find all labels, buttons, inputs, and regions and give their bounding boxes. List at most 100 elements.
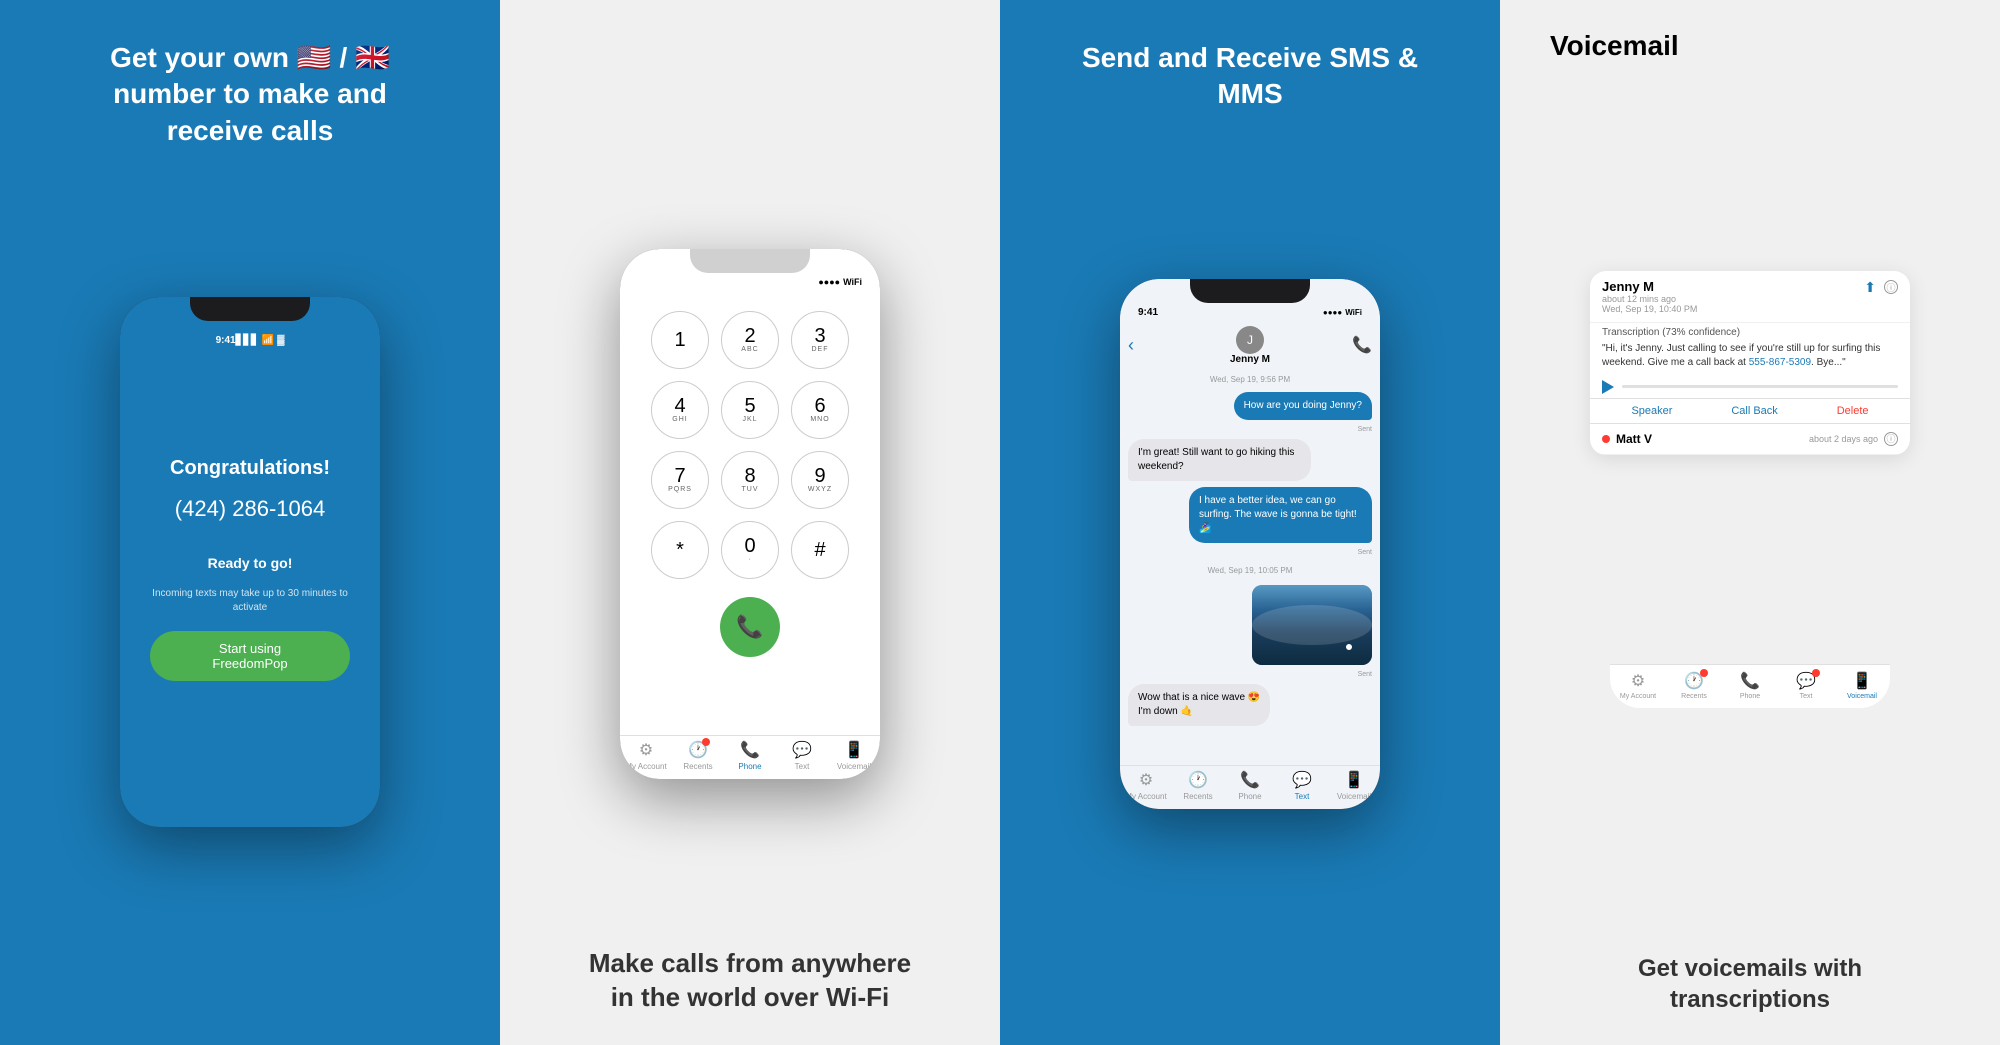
phone-2-frame: ●●●● WiFi 1 2ABC 3DEF 4GHI 5JKL 6MNO 7PQ…: [620, 249, 880, 779]
msg-1-sent: Sent: [1128, 426, 1372, 433]
tab-text-3[interactable]: 💬 Text: [1276, 770, 1328, 801]
dialer-grid: 1 2ABC 3DEF 4GHI 5JKL 6MNO 7PQRS 8TUV 9W…: [651, 311, 849, 579]
vm-time-ago: about 12 mins ago: [1602, 294, 1864, 304]
tab-recents-4-label: Recents: [1681, 693, 1707, 700]
info-icon-2[interactable]: ⓘ: [1884, 432, 1898, 446]
account-icon-4: ⚙: [1631, 671, 1645, 691]
text-icon-3: 💬: [1292, 770, 1312, 790]
msg-3-sent: Sent: [1128, 549, 1372, 556]
recents-icon-3: 🕐: [1188, 770, 1208, 790]
vm-contact-2-name: Matt V: [1616, 432, 1803, 446]
transcript-text: "Hi, it's Jenny. Just calling to see if …: [1590, 340, 1910, 376]
phone-link[interactable]: 555-867-5309: [1749, 357, 1811, 368]
panel-2-subheadline: Make calls from anywherein the world ove…: [589, 947, 911, 1015]
screen-2: 1 2ABC 3DEF 4GHI 5JKL 6MNO 7PQRS 8TUV 9W…: [620, 291, 880, 735]
vm-contact-2: Matt V about 2 days ago ⓘ: [1590, 424, 1910, 455]
msg-date-1: Wed, Sep 19, 9:56 PM: [1120, 371, 1380, 388]
phone-4-bottom: ⚙ My Account 🕐 Recents 📞 Phone 💬 Text: [1610, 664, 1890, 708]
msg-1: How are you doing Jenny?: [1234, 392, 1372, 420]
share-icon[interactable]: ⬆: [1864, 279, 1876, 296]
info-icon-1[interactable]: ⓘ: [1884, 280, 1898, 294]
dial-7[interactable]: 7PQRS: [651, 451, 709, 509]
phone-3-inner: 9:41 ●●●● WiFi ‹ J Jenny M 📞: [1120, 279, 1380, 809]
vm-contact-2-time: about 2 days ago: [1809, 434, 1878, 444]
call-icon: 📞: [736, 614, 763, 640]
phone-3-notch: [1190, 279, 1310, 303]
screen-1: 9:41 ▋▋▋ 📶 ▓ Congratulations! (424) 286-…: [120, 297, 380, 827]
phone-icon-4: 📞: [1740, 671, 1760, 691]
voicemail-icon-4: 📱: [1852, 671, 1872, 691]
start-button[interactable]: Start using FreedomPop: [150, 631, 350, 681]
phone-tab-icon: 📞: [740, 740, 760, 760]
tab-voicemail[interactable]: 📱 Voicemail: [828, 740, 880, 771]
vm-contact-1-info: Jenny M about 12 mins ago Wed, Sep 19, 1…: [1602, 279, 1864, 314]
tab-voicemail-3[interactable]: 📱 Voicemail: [1328, 770, 1380, 801]
callback-button[interactable]: Call Back: [1731, 405, 1777, 417]
play-icon[interactable]: [1602, 380, 1614, 394]
dial-0[interactable]: 0·: [721, 521, 779, 579]
dial-star[interactable]: *: [651, 521, 709, 579]
unread-dot: [1602, 435, 1610, 443]
panel-3: Send and Receive SMS & MMS 9:41 ●●●● WiF…: [1000, 0, 1500, 1045]
surfer-dot: [1346, 644, 1352, 650]
tab-account-4-label: My Account: [1620, 693, 1656, 700]
tab-voicemail-4[interactable]: 📱 Voicemail: [1834, 671, 1890, 700]
dial-2[interactable]: 2ABC: [721, 311, 779, 369]
dial-3[interactable]: 3DEF: [791, 311, 849, 369]
dial-5[interactable]: 5JKL: [721, 381, 779, 439]
dial-1[interactable]: 1: [651, 311, 709, 369]
text-icon: 💬: [792, 740, 812, 760]
back-icon[interactable]: ‹: [1128, 335, 1134, 356]
congrats-text: Congratulations!: [170, 457, 330, 480]
dial-8[interactable]: 8TUV: [721, 451, 779, 509]
call-button[interactable]: 📞: [720, 597, 780, 657]
img-sent: Sent: [1128, 671, 1372, 678]
screen-3: 9:41 ●●●● WiFi ‹ J Jenny M 📞: [1120, 279, 1380, 809]
dial-6[interactable]: 6MNO: [791, 381, 849, 439]
tab-text[interactable]: 💬 Text: [776, 740, 828, 771]
status-time-1: 9:41: [216, 335, 236, 346]
wave-image: [1252, 585, 1372, 665]
tab-text-4[interactable]: 💬 Text: [1778, 671, 1834, 700]
panel-4-subheadline: Get voicemails withtranscriptions: [1638, 953, 1862, 1015]
msg-date-2: Wed, Sep 19, 10:05 PM: [1128, 562, 1372, 579]
tab-phone[interactable]: 📞 Phone: [724, 740, 776, 771]
speaker-button[interactable]: Speaker: [1631, 405, 1672, 417]
vm-contact-1: Jenny M about 12 mins ago Wed, Sep 19, 1…: [1590, 271, 1910, 323]
tab-bar-4: ⚙ My Account 🕐 Recents 📞 Phone 💬 Text: [1610, 664, 1890, 708]
phone-1-notch: [190, 297, 310, 321]
tab-recents[interactable]: 🕐 Recents: [672, 740, 724, 771]
text-badge-4: [1812, 669, 1820, 677]
tab-my-account[interactable]: ⚙ My Account: [620, 740, 672, 771]
tab-phone-4[interactable]: 📞 Phone: [1722, 671, 1778, 700]
msg-3: I have a better idea, we can go surfing.…: [1189, 487, 1372, 543]
phone-1-inner: 9:41 ▋▋▋ 📶 ▓ Congratulations! (424) 286-…: [120, 297, 380, 827]
signal-3: ●●●●: [1323, 308, 1342, 317]
panel-3-headline: Send and Receive SMS & MMS: [1075, 40, 1425, 113]
dial-9[interactable]: 9WXYZ: [791, 451, 849, 509]
tab-recents-3[interactable]: 🕐 Recents: [1172, 770, 1224, 801]
phone-3-frame: 9:41 ●●●● WiFi ‹ J Jenny M 📞: [1120, 279, 1380, 809]
tab-bar-2: ⚙ My Account 🕐 Recents 📞 Phone 💬 T: [620, 735, 880, 779]
ready-text: Ready to go!: [208, 555, 293, 571]
vm-play-row: [1590, 376, 1910, 398]
tab-voicemail-3-label: Voicemail: [1337, 792, 1371, 801]
dial-4[interactable]: 4GHI: [651, 381, 709, 439]
panel-1: Get your own 🇺🇸 / 🇬🇧 number to make and …: [0, 0, 500, 1045]
signal-icon: ▋▋▋: [236, 335, 259, 346]
vm-actions: Speaker Call Back Delete: [1590, 398, 1910, 424]
panel-1-headline: Get your own 🇺🇸 / 🇬🇧 number to make and …: [75, 40, 425, 149]
tab-text-3-label: Text: [1295, 792, 1310, 801]
dial-hash[interactable]: #: [791, 521, 849, 579]
phone-4-mini: ⚙ My Account 🕐 Recents 📞 Phone 💬 Text: [1610, 664, 1890, 744]
tab-phone-3[interactable]: 📞 Phone: [1224, 770, 1276, 801]
delete-button[interactable]: Delete: [1837, 405, 1869, 417]
voicemail-icon: 📱: [844, 740, 864, 760]
tab-account-3[interactable]: ⚙ My Account: [1120, 770, 1172, 801]
tab-account-4[interactable]: ⚙ My Account: [1610, 671, 1666, 700]
status-time-3: 9:41: [1138, 307, 1158, 318]
call-contact-icon[interactable]: 📞: [1352, 335, 1372, 355]
phone-3-wrap: 9:41 ●●●● WiFi ‹ J Jenny M 📞: [1120, 279, 1380, 809]
tab-recents-4[interactable]: 🕐 Recents: [1666, 671, 1722, 700]
phone-2-notch: [690, 249, 810, 273]
